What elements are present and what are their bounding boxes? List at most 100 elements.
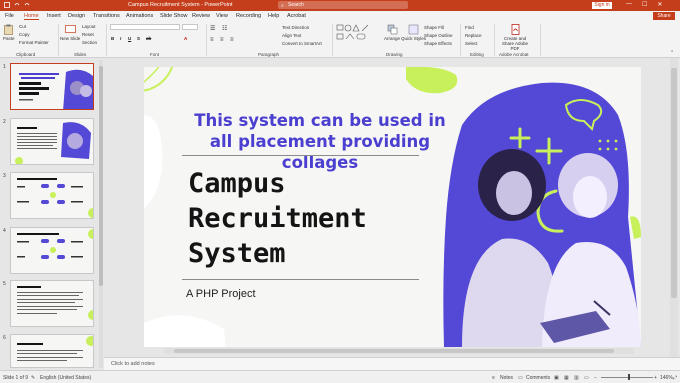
notes-button[interactable]: Notes [500,375,513,381]
scrollbar-thumb[interactable] [174,349,614,353]
sign-in-button[interactable]: Sign in [592,2,612,9]
fit-slide-icon[interactable]: ⤢ [673,375,677,381]
pdf-icon [511,24,519,35]
scrollbar-thumb[interactable] [99,66,103,286]
zoom-out-icon[interactable]: − [594,375,597,381]
slide-tagline[interactable]: A PHP Project [186,288,256,300]
layout-button[interactable]: Layout [82,24,96,29]
slide-thumbnail-3[interactable] [10,172,94,219]
slide-horizontal-scrollbar[interactable] [164,348,634,354]
align-center-icon[interactable]: ≡ [220,37,224,43]
shadow-icon[interactable]: S [137,36,140,41]
slide-thumbnail-5[interactable] [10,280,94,327]
tab-help[interactable]: Help [268,13,279,19]
zoom-level[interactable]: 146% [660,375,673,381]
tab-home[interactable]: Home [24,13,39,20]
share-button[interactable]: Share [653,12,675,20]
strikethrough-icon[interactable]: ab [146,36,151,41]
slide-thumbnail-1[interactable] [10,63,94,110]
quick-styles-button[interactable]: Quick Styles [401,24,426,41]
thumbnail-scrollbar[interactable] [99,60,103,368]
create-share-pdf-button[interactable]: Create and Share Adobe PDF [498,24,532,51]
shape-outline-button[interactable]: Shape Outline [424,33,453,38]
slide-thumbnail-4[interactable] [10,227,94,274]
thumbnail-number: 2 [3,119,6,125]
text-direction-button[interactable]: Text Direction [282,25,309,30]
undo-icon[interactable] [14,2,20,8]
reset-button[interactable]: Reset [82,32,94,37]
thumbnail-number: 5 [3,281,6,287]
normal-view-icon[interactable]: ▣ [554,375,559,381]
maximize-icon[interactable]: ☐ [642,1,647,8]
new-slide-button[interactable]: New Slide [60,24,80,41]
tab-animations[interactable]: Animations [126,13,153,19]
tab-review[interactable]: Review [192,13,210,19]
zoom-slider[interactable] [601,377,653,378]
notes-placeholder: Click to add notes [111,361,155,367]
cut-button[interactable]: Cut [19,24,26,29]
slideshow-icon[interactable]: ▭ [584,375,589,381]
shape-effects-button[interactable]: Shape Effects [424,41,452,46]
status-bar: Slide 1 of 9 ✎ English (United States) ≡… [0,370,680,383]
reading-view-icon[interactable]: ▥ [574,375,579,381]
section-button[interactable]: Section [82,40,97,45]
slide-sorter-icon[interactable]: ▦ [564,375,569,381]
format-painter-button[interactable]: Format Painter [19,40,49,45]
minimize-icon[interactable]: — [626,1,632,8]
collapse-ribbon-icon[interactable]: ⌃ [670,50,674,56]
spellcheck-icon[interactable]: ✎ [31,375,35,381]
create-share-pdf-label: Create and Share Adobe PDF [501,36,529,51]
align-left-icon[interactable]: ≡ [210,37,214,43]
tab-slide-show[interactable]: Slide Show [160,13,188,19]
thumbnail-preview [11,281,93,326]
slide-thumbnail-6[interactable] [10,334,94,368]
tab-recording[interactable]: Recording [236,13,261,19]
tab-file[interactable]: File [5,13,14,19]
zoom-in-icon[interactable]: + [654,375,657,381]
tab-design[interactable]: Design [68,13,85,19]
font-size-select[interactable] [182,24,198,30]
replace-button[interactable]: Replace [465,33,482,38]
shape-fill-button[interactable]: Shape Fill [424,25,444,30]
underline-icon[interactable]: U [128,36,131,41]
slide-subtitle[interactable]: This system can be used in all placement… [190,110,450,173]
select-button[interactable]: Select [465,41,478,46]
slide-canvas[interactable]: This system can be used in all placement… [144,67,641,347]
italic-icon[interactable]: I [120,36,121,41]
quick-access-toolbar [4,2,30,8]
find-button[interactable]: Find [465,25,474,30]
notes-icon[interactable]: ≡ [492,375,495,381]
ribbon-divider [58,24,59,56]
tab-insert[interactable]: Insert [47,13,61,19]
convert-smartart-button[interactable]: Convert to SmartArt [282,41,322,46]
paste-button[interactable]: Paste [3,24,15,41]
zoom-slider-thumb[interactable] [628,374,630,380]
close-icon[interactable]: ✕ [657,1,662,8]
slide-thumbnail-2[interactable] [10,118,94,165]
scrollbar-thumb[interactable] [671,68,677,298]
copy-button[interactable]: Copy [19,32,30,37]
tab-view[interactable]: View [216,13,228,19]
comments-button[interactable]: Comments [526,375,550,381]
arrange-label: Arrange [384,36,401,41]
comments-icon[interactable]: ▭ [518,375,523,381]
font-color-icon[interactable]: A [184,36,187,41]
notes-pane[interactable]: Click to add notes [104,357,680,370]
tab-acrobat[interactable]: Acrobat [287,13,306,19]
save-icon[interactable] [4,2,10,8]
bold-icon[interactable]: B [111,36,114,41]
tab-transitions[interactable]: Transitions [93,13,120,19]
ribbon-tabs: File Home Insert Design Transitions Anim… [0,11,680,21]
align-text-button[interactable]: Align Text [282,33,301,38]
slide-title[interactable]: Campus Recruitment System [188,166,367,271]
bullets-icon[interactable]: ☰ [210,25,215,32]
align-right-icon[interactable]: ≡ [230,37,234,43]
search-box[interactable]: ⌕ Search [278,1,408,9]
arrange-button[interactable]: Arrange [384,24,400,41]
redo-icon[interactable] [24,2,30,8]
shapes-gallery[interactable] [336,24,378,48]
font-family-select[interactable] [110,24,180,30]
slide-vertical-scrollbar[interactable] [670,58,678,357]
numbering-icon[interactable]: ☷ [222,25,227,32]
language-indicator[interactable]: English (United States) [40,375,91,381]
